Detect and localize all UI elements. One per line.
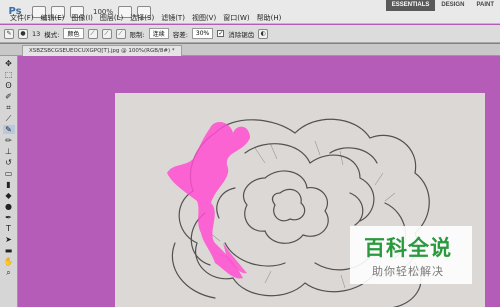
brush-tool-icon[interactable]: ✏ [3,136,15,145]
antialias-label: 消除锯齿 [228,30,255,39]
menu-edit[interactable]: 编辑(E) [41,13,65,23]
tools-panel: ✥ ⬚ ʘ ✐ ⌗ ⟋ ✎ ✏ ⊥ ↺ ▭ ▮ ◆ ● ✒ T ➤ ▬ ✋ ⌕ [0,56,18,307]
limits-label: 限制: [129,30,145,39]
dodge-tool-icon[interactable]: ● [3,202,15,211]
crop-tool-icon[interactable]: ⌗ [3,103,15,112]
photoshop-window: Ps 100% 文件(F) 编辑(E) 图像(I) 图层(L) 选择(S) 滤镜… [0,0,500,307]
workspace-design[interactable]: DESIGN [435,0,470,11]
menu-bar: Ps 100% 文件(F) 编辑(E) 图像(I) 图层(L) 选择(S) 滤镜… [0,0,500,24]
move-tool-icon[interactable]: ✥ [3,59,15,68]
main-menu: 文件(F) 编辑(E) 图像(I) 图层(L) 选择(S) 滤镜(T) 视图(V… [10,13,281,23]
workspace-switcher: ESSENTIALS DESIGN PAINT [385,0,500,11]
menu-layer[interactable]: 图层(L) [100,13,123,23]
workspace-essentials[interactable]: ESSENTIALS [385,0,436,11]
menu-image[interactable]: 图像(I) [71,13,93,23]
marquee-tool-icon[interactable]: ⬚ [3,70,15,79]
document-tab[interactable]: XSBZSBCGSEUEOCUXGPQ[T].jpg @ 100%(RGB/8#… [22,45,182,56]
color-replacement-tool-icon[interactable]: ✎ [2,125,15,134]
zoom-tool-icon[interactable]: ⌕ [3,268,15,277]
tolerance-input[interactable]: 30% [191,28,214,39]
sampling-background-icon[interactable]: ⟋ [115,28,126,39]
clone-stamp-tool-icon[interactable]: ⊥ [3,147,15,156]
menu-view[interactable]: 视图(V) [192,13,216,23]
sampling-continuous-icon[interactable]: ⟋ [87,28,98,39]
baike-watermark: 百科全说 助你轻松解决 [350,226,472,284]
path-selection-tool-icon[interactable]: ➤ [3,235,15,244]
tolerance-label: 容差: [172,30,188,39]
watermark-subtitle: 助你轻松解决 [372,265,444,278]
tool-preset-icon[interactable]: ✎ [4,28,14,39]
brush-preset-icon[interactable]: ● [18,28,28,39]
mode-select[interactable]: 颜色 [63,28,84,39]
mode-label: 模式: [44,30,60,39]
menu-help[interactable]: 帮助(H) [257,13,282,23]
document-tab-bar: XSBZSBCGSEUEOCUXGPQ[T].jpg @ 100%(RGB/8#… [0,44,500,56]
workspace-paint[interactable]: PAINT [470,0,500,11]
pressure-icon[interactable]: ◐ [258,28,269,39]
shape-tool-icon[interactable]: ▬ [3,246,15,255]
eyedropper-tool-icon[interactable]: ⟋ [3,114,15,123]
history-brush-tool-icon[interactable]: ↺ [3,158,15,167]
hand-tool-icon[interactable]: ✋ [3,257,15,266]
lasso-tool-icon[interactable]: ʘ [3,81,15,90]
type-tool-icon[interactable]: T [3,224,15,233]
quick-select-tool-icon[interactable]: ✐ [3,92,15,101]
blur-tool-icon[interactable]: ◆ [3,191,15,200]
antialias-checkbox[interactable]: ✓ [217,30,225,37]
menu-select[interactable]: 选择(S) [130,13,154,23]
brush-size[interactable]: 13 [32,30,40,38]
watermark-title: 百科全说 [364,236,452,260]
menu-filter[interactable]: 滤镜(T) [161,13,185,23]
eraser-tool-icon[interactable]: ▭ [3,169,15,178]
pen-tool-icon[interactable]: ✒ [3,213,15,222]
limits-select[interactable]: 连续 [148,28,169,39]
menu-file[interactable]: 文件(F) [10,13,34,23]
sampling-once-icon[interactable]: ⟋ [101,28,112,39]
menu-window[interactable]: 窗口(W) [223,13,249,23]
tool-options-bar: ✎ ● 13 模式: 颜色 ⟋ ⟋ ⟋ 限制: 连续 容差: 30% ✓ 消除锯… [0,25,500,43]
gradient-tool-icon[interactable]: ▮ [3,180,15,189]
